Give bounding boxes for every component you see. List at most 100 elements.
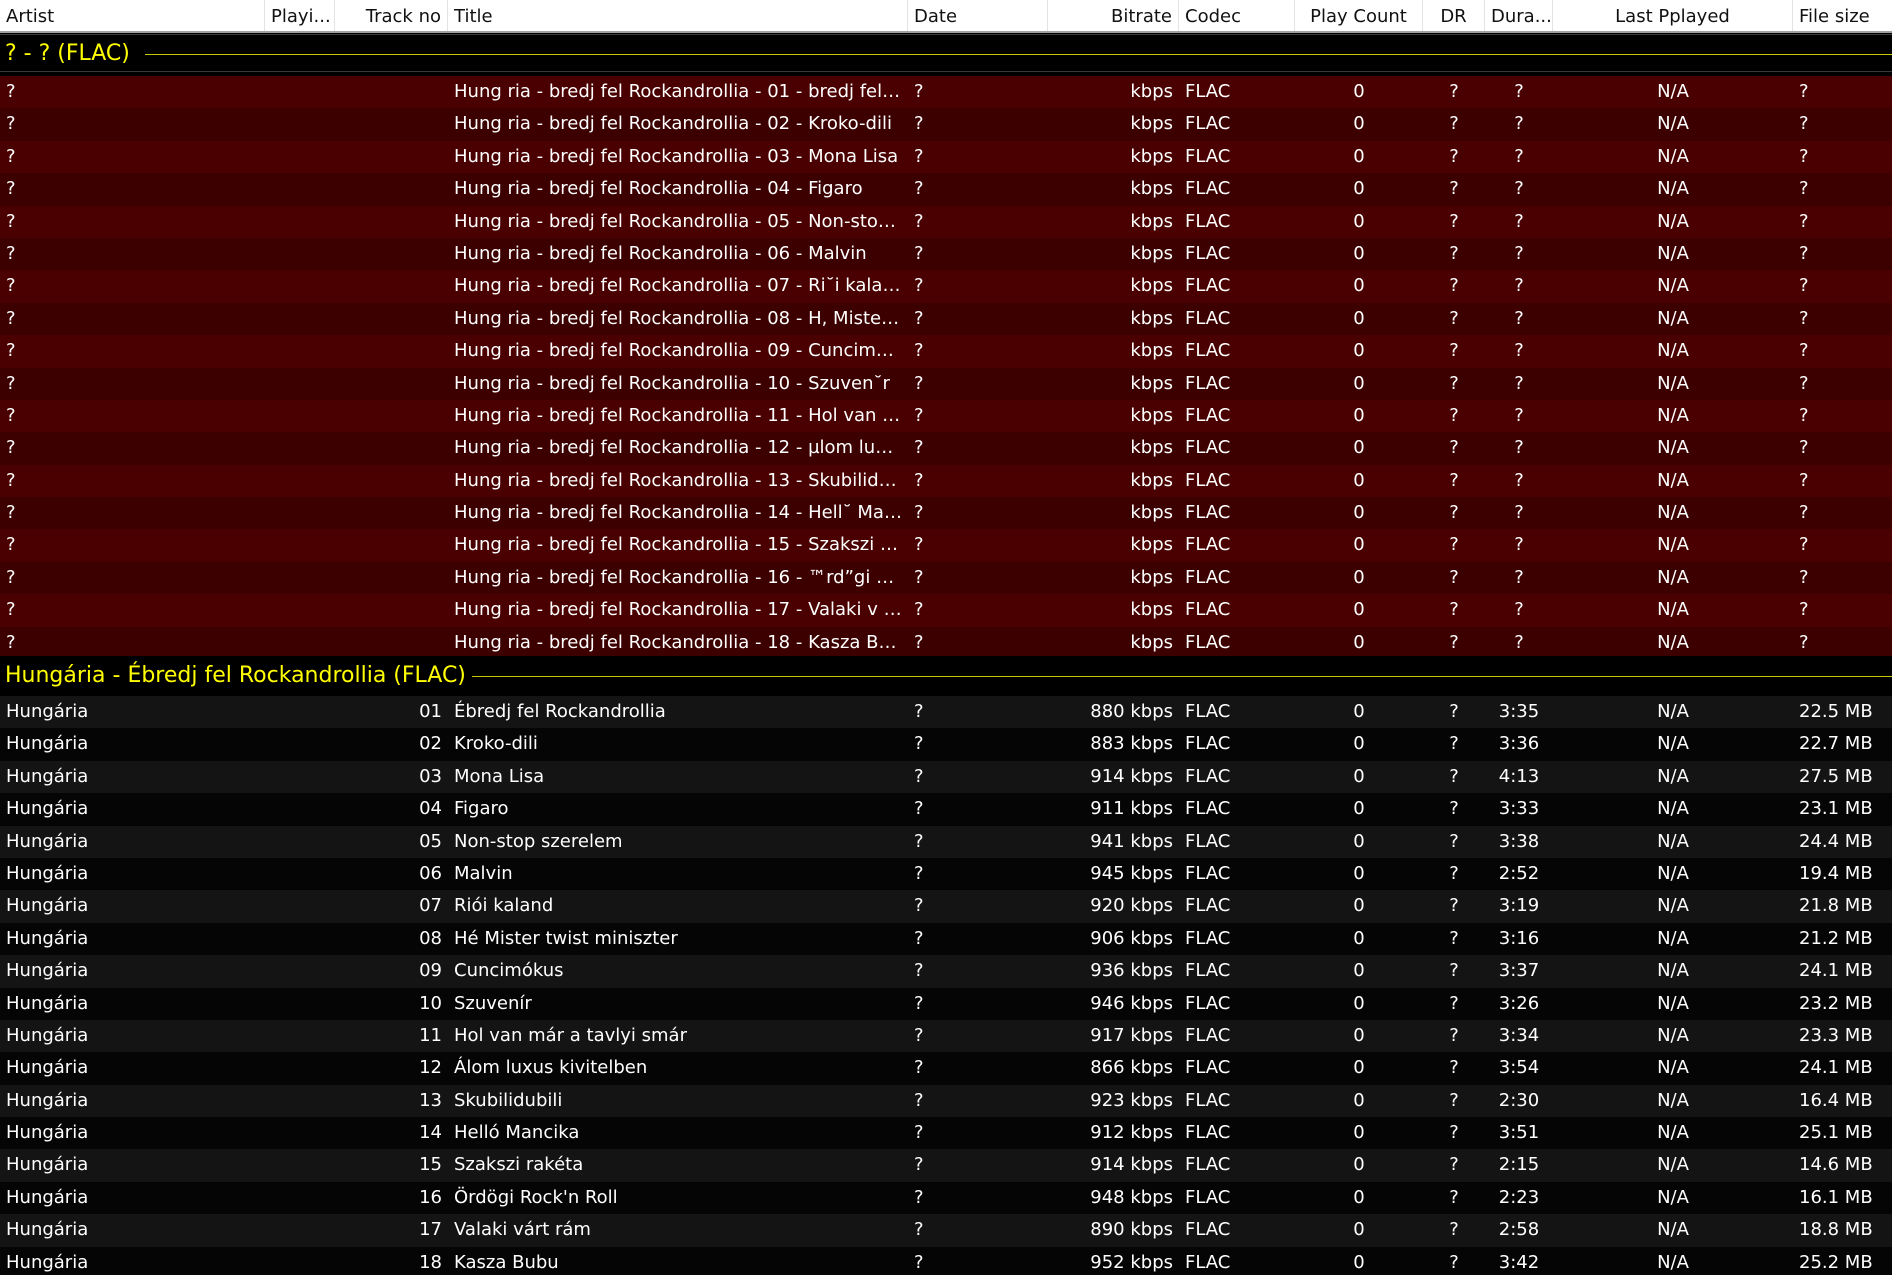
table-row[interactable]: Hungária 17 Valaki várt rám? 890 kbps FLAC 0?… <box>0 1214 1892 1247</box>
cell-file-size: 16.1 MB <box>1799 1186 1873 1208</box>
table-row[interactable]: ? Hung ria - bredj fel Rockandrollia - 11… <box>0 399 1892 433</box>
table-row[interactable]: Hungária 16 Ördögi Rock'n Roll? 948 kbps FLA… <box>0 1181 1892 1215</box>
cell-artist: Hungária <box>6 1251 89 1273</box>
cell-title: Hung ria - bredj fel Rockandrollia - 12 … <box>454 437 908 459</box>
table-row[interactable]: Hungária 10 Szuvenír? 946 kbps FLAC 0? 3:26 N/A… <box>0 987 1892 1020</box>
table-row[interactable]: Hungária 14 Helló Mancika? 912 kbps FLAC 0? 3:… <box>0 1117 1892 1150</box>
table-row[interactable]: ? Hung ria - bredj fel Rockandrollia - 16… <box>0 561 1892 595</box>
table-row[interactable]: ? Hung ria - bredj fel Rockandrollia - 15… <box>0 529 1892 562</box>
table-row[interactable]: ? Hung ria - bredj fel Rockandrollia - 14… <box>0 497 1892 530</box>
column-header-date[interactable]: Date <box>908 0 1048 31</box>
cell-dr: ? <box>1449 437 1459 459</box>
table-row[interactable]: ? Hung ria - bredj fel Rockandrollia - 08… <box>0 302 1892 336</box>
cell-file-size: 22.5 MB <box>1799 701 1873 722</box>
table-row[interactable]: Hungária 05 Non-stop szerelem? 941 kbps FLAC… <box>0 825 1892 858</box>
table-row[interactable]: Hungária 12 Álom luxus kivitelben? 866 kbps… <box>0 1052 1892 1085</box>
group-divider <box>145 54 1892 55</box>
table-row[interactable]: ? Hung ria - bredj fel Rockandrollia - 12… <box>0 432 1892 465</box>
group-title: ? - ? (FLAC) <box>5 41 130 66</box>
table-row[interactable]: ? Hung ria - bredj fel Rockandrollia - 03… <box>0 140 1892 174</box>
cell-bitrate: 883 kbps <box>1090 733 1173 755</box>
cell-date: ? <box>914 1057 924 1079</box>
table-row[interactable]: Hungária 03 Mona Lisa? 914 kbps FLAC 0? 4:13 N/… <box>0 760 1892 794</box>
table-row[interactable]: ? Hung ria - bredj fel Rockandrollia - 01… <box>0 76 1892 109</box>
cell-codec: FLAC <box>1185 469 1231 491</box>
table-row[interactable]: Hungária 11 Hol van már a tavlyi smár? 917 … <box>0 1019 1892 1053</box>
table-row[interactable]: Hungária 07 Riói kaland? 920 kbps FLAC 0? 3:19… <box>0 890 1892 923</box>
playlist-view[interactable]: Artist Playi... Track no Title Date Bitr… <box>0 0 1892 1275</box>
cell-duration: 3:54 <box>1498 1057 1540 1079</box>
table-row[interactable]: Hungária 13 Skubilidubili? 923 kbps FLAC 0? 2:… <box>0 1084 1892 1118</box>
cell-last-played: N/A <box>1657 469 1689 491</box>
group-header[interactable]: Hungária - Ébredj fel Rockandrollia (FLA… <box>0 656 1892 696</box>
cell-play-count: 0 <box>1353 242 1365 264</box>
column-header-codec[interactable]: Codec <box>1179 0 1295 31</box>
table-row[interactable]: Hungária 18 Kasza Bubu? 952 kbps FLAC 0? 3:42 N… <box>0 1246 1892 1275</box>
cell-file-size: ? <box>1799 81 1809 102</box>
cell-duration: 4:13 <box>1498 765 1540 787</box>
column-header-file-size[interactable]: File size <box>1793 0 1892 31</box>
cell-dr: ? <box>1449 1024 1459 1046</box>
column-header-duration[interactable]: Dura... <box>1485 0 1553 31</box>
cell-last-played: N/A <box>1657 210 1689 232</box>
column-header-bitrate[interactable]: Bitrate <box>1048 0 1179 31</box>
table-row[interactable]: ? Hung ria - bredj fel Rockandrollia - 06… <box>0 237 1892 271</box>
column-header-dr[interactable]: DR <box>1423 0 1485 31</box>
cell-last-played: N/A <box>1657 502 1689 524</box>
cell-track-no: 10 <box>419 992 442 1014</box>
cell-last-played: N/A <box>1657 862 1689 884</box>
table-row[interactable]: Hungária 06 Malvin? 945 kbps FLAC 0? 2:52 N/A 19… <box>0 857 1892 891</box>
table-row[interactable]: ? Hung ria - bredj fel Rockandrollia - 13… <box>0 464 1892 498</box>
cell-date: ? <box>914 765 924 787</box>
cell-dr: ? <box>1449 242 1459 264</box>
table-row[interactable]: ? Hung ria - bredj fel Rockandrollia - 05… <box>0 205 1892 238</box>
cell-date: ? <box>914 145 924 167</box>
column-header-title[interactable]: Title <box>448 0 908 31</box>
column-header-track-no[interactable]: Track no <box>335 0 448 31</box>
cell-playing <box>265 529 335 561</box>
table-row[interactable]: ? Hung ria - bredj fel Rockandrollia - 18… <box>0 626 1892 660</box>
table-row[interactable]: ? Hung ria - bredj fel Rockandrollia - 04… <box>0 173 1892 206</box>
cell-play-count: 0 <box>1353 81 1365 102</box>
cell-artist: ? <box>6 437 16 459</box>
table-row[interactable]: Hungária 04 Figaro? 911 kbps FLAC 0? 3:33 N/A 23… <box>0 793 1892 826</box>
table-row[interactable]: Hungária 01 Ébredj fel Rockandrollia? 880 k… <box>0 696 1892 729</box>
cell-artist: Hungária <box>6 862 89 884</box>
cell-last-played: N/A <box>1657 372 1689 394</box>
cell-bitrate: kbps <box>1130 242 1173 264</box>
cell-track-no: 07 <box>419 895 442 917</box>
cell-playing <box>265 1117 335 1149</box>
table-row[interactable]: Hungária 09 Cuncimókus? 936 kbps FLAC 0? 3:37 N… <box>0 955 1892 988</box>
table-row[interactable]: Hungária 15 Szakszi rakéta? 914 kbps FLAC 0? 2… <box>0 1149 1892 1182</box>
cell-last-played: N/A <box>1657 992 1689 1014</box>
cell-artist: ? <box>6 275 16 297</box>
cell-last-played: N/A <box>1657 733 1689 755</box>
cell-title: Ébredj fel Rockandrollia <box>454 701 666 722</box>
cell-track-no: 15 <box>419 1154 442 1176</box>
table-row[interactable]: ? Hung ria - bredj fel Rockandrollia - 07… <box>0 270 1892 303</box>
cell-date: ? <box>914 733 924 755</box>
table-row[interactable]: Hungária 02 Kroko-dili? 883 kbps FLAC 0? 3:36 N… <box>0 728 1892 761</box>
table-row[interactable]: ? Hung ria - bredj fel Rockandrollia - 09… <box>0 335 1892 368</box>
column-header-artist[interactable]: Artist <box>0 0 265 31</box>
cell-codec: FLAC <box>1185 1154 1231 1176</box>
table-row[interactable]: ? Hung ria - bredj fel Rockandrollia - 02… <box>0 108 1892 141</box>
cell-date: ? <box>914 275 924 297</box>
table-row[interactable]: Hungária 08 Hé Mister twist miniszter? 906 … <box>0 922 1892 956</box>
cell-duration: ? <box>1514 340 1524 362</box>
cell-title: Hung ria - bredj fel Rockandrollia - 03 … <box>454 145 899 167</box>
column-header-last-played[interactable]: Last Pplayed <box>1553 0 1793 31</box>
cell-title: Skubilidubili <box>454 1089 563 1111</box>
cell-codec: FLAC <box>1185 960 1231 982</box>
cell-track-no: 08 <box>419 927 442 949</box>
table-row[interactable]: ? Hung ria - bredj fel Rockandrollia - 10… <box>0 367 1892 400</box>
table-row[interactable]: ? Hung ria - bredj fel Rockandrollia - 17… <box>0 594 1892 627</box>
column-header-playing[interactable]: Playi... <box>265 0 335 31</box>
cell-codec: FLAC <box>1185 307 1231 329</box>
group-header[interactable]: ? - ? (FLAC) <box>0 34 1892 72</box>
track-list: ? Hung ria - bredj fel Rockandrollia - 01… <box>0 76 1892 660</box>
cell-playing <box>265 141 335 173</box>
cell-playing <box>265 270 335 302</box>
cell-title: Kroko-dili <box>454 733 538 755</box>
column-header-play-count[interactable]: Play Count <box>1295 0 1423 31</box>
